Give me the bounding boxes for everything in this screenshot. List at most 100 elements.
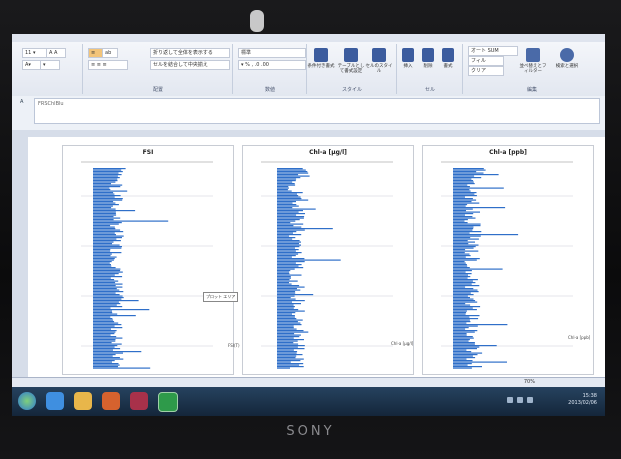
sort-filter-icon[interactable] [526,48,540,62]
bar [453,235,481,237]
bar [453,205,466,207]
bar [93,366,118,368]
wrap-text-button[interactable]: 折り返して全体を表示する [150,48,230,58]
bar [453,313,466,315]
bar [277,337,294,339]
bar [277,267,304,269]
bar [277,261,305,263]
bar [277,199,309,201]
fill-button[interactable]: フィル [468,56,504,66]
volume-icon[interactable] [517,397,523,403]
bar [277,262,296,264]
bar [277,280,298,282]
ribbon-group-label: 数値 [264,87,275,93]
font-color-button[interactable]: A▾ [22,60,42,70]
bar [453,231,482,233]
bar [453,262,466,264]
bar [93,259,114,261]
bar [277,279,290,281]
worksheet[interactable]: FSI Chl-a [µg/l] Chl-a [ppb] プロット エリア FS… [28,137,605,377]
clock[interactable]: 15:38 2013/02/06 [568,393,597,407]
bar [277,177,301,179]
bar [277,316,295,318]
bar [277,289,301,291]
bar [453,358,467,360]
bar [93,237,122,239]
sort-filter-label: 並べ替えとフィルター [519,64,547,74]
bar [453,237,471,239]
bar [453,195,477,197]
fill-color-button[interactable]: ▾ [40,60,60,70]
insert-cells-icon[interactable] [402,48,414,62]
cell-styles-icon[interactable] [372,48,386,62]
bar [277,192,303,194]
bar [453,288,474,290]
excel-icon[interactable] [158,392,178,412]
bar [277,292,296,294]
bar [277,309,299,311]
bar [453,367,472,369]
bar [453,298,474,300]
bar [453,172,484,174]
find-select-icon[interactable] [560,48,574,62]
bar [453,249,466,251]
bar [93,213,116,215]
bar [93,225,111,227]
delete-cells-icon[interactable] [422,48,434,62]
bar [453,225,481,227]
start-icon[interactable] [18,392,36,410]
bar [93,352,123,354]
bar [93,243,112,245]
bar [277,312,296,314]
formula-input[interactable]: FRSChlBlu [34,98,600,124]
bar [277,250,296,252]
chart-chla-ugl[interactable]: Chl-a [µg/l] [242,145,414,375]
bar [93,327,123,329]
bar [93,201,114,203]
bar [277,295,295,297]
align-row-buttons[interactable]: ≡ ≡ ≡ [88,60,128,70]
merge-center-button[interactable]: セルを結合して中央揃え [150,60,230,70]
number-format-select[interactable]: 標準 [238,48,306,58]
name-box[interactable]: A [20,99,32,107]
bar [93,325,115,327]
bar [277,355,297,357]
autosum-button[interactable]: オート SUM [468,46,518,56]
access-icon[interactable] [130,392,148,410]
bar [93,199,123,201]
bar [93,337,123,339]
format-cells-icon[interactable] [442,48,454,62]
bar [93,177,120,179]
network-icon[interactable] [507,397,513,403]
flag-icon[interactable] [527,397,533,403]
plot-area[interactable] [243,146,413,374]
clear-button[interactable]: クリア [468,66,504,76]
bar [453,336,473,338]
bar [453,300,476,302]
ie-icon[interactable] [46,392,64,410]
bar [277,210,303,212]
explorer-icon[interactable] [74,392,92,410]
plot-area[interactable] [63,146,233,374]
font-grow-button[interactable]: A A [46,48,66,58]
bar [453,364,468,366]
format-table-icon[interactable] [344,48,358,62]
conditional-format-icon[interactable] [314,48,328,62]
bar [277,328,297,330]
zoom-level[interactable]: 70% [524,379,535,385]
bar [93,336,117,338]
media-icon[interactable] [102,392,120,410]
ribbon-group-cells: 挿入 削除 書式 セル [398,44,463,94]
chart-fsi[interactable]: FSI [62,145,234,375]
bar [93,351,142,353]
bar [93,283,123,285]
bar [93,241,114,243]
bar [93,342,112,344]
row-headers [12,137,29,377]
bar [93,364,120,366]
chart-chla-ppb[interactable]: Chl-a [ppb] [422,145,594,375]
number-format-buttons[interactable]: ▾ % , .0 .00 [238,60,306,70]
font-size-select[interactable]: 11 ▾ [22,48,48,58]
ribbon-group-alignment: ≡ ab 折り返して全体を表示する セルを結合して中央揃え ≡ ≡ ≡ 配置 [84,44,233,94]
orientation-button[interactable]: ab [102,48,118,58]
